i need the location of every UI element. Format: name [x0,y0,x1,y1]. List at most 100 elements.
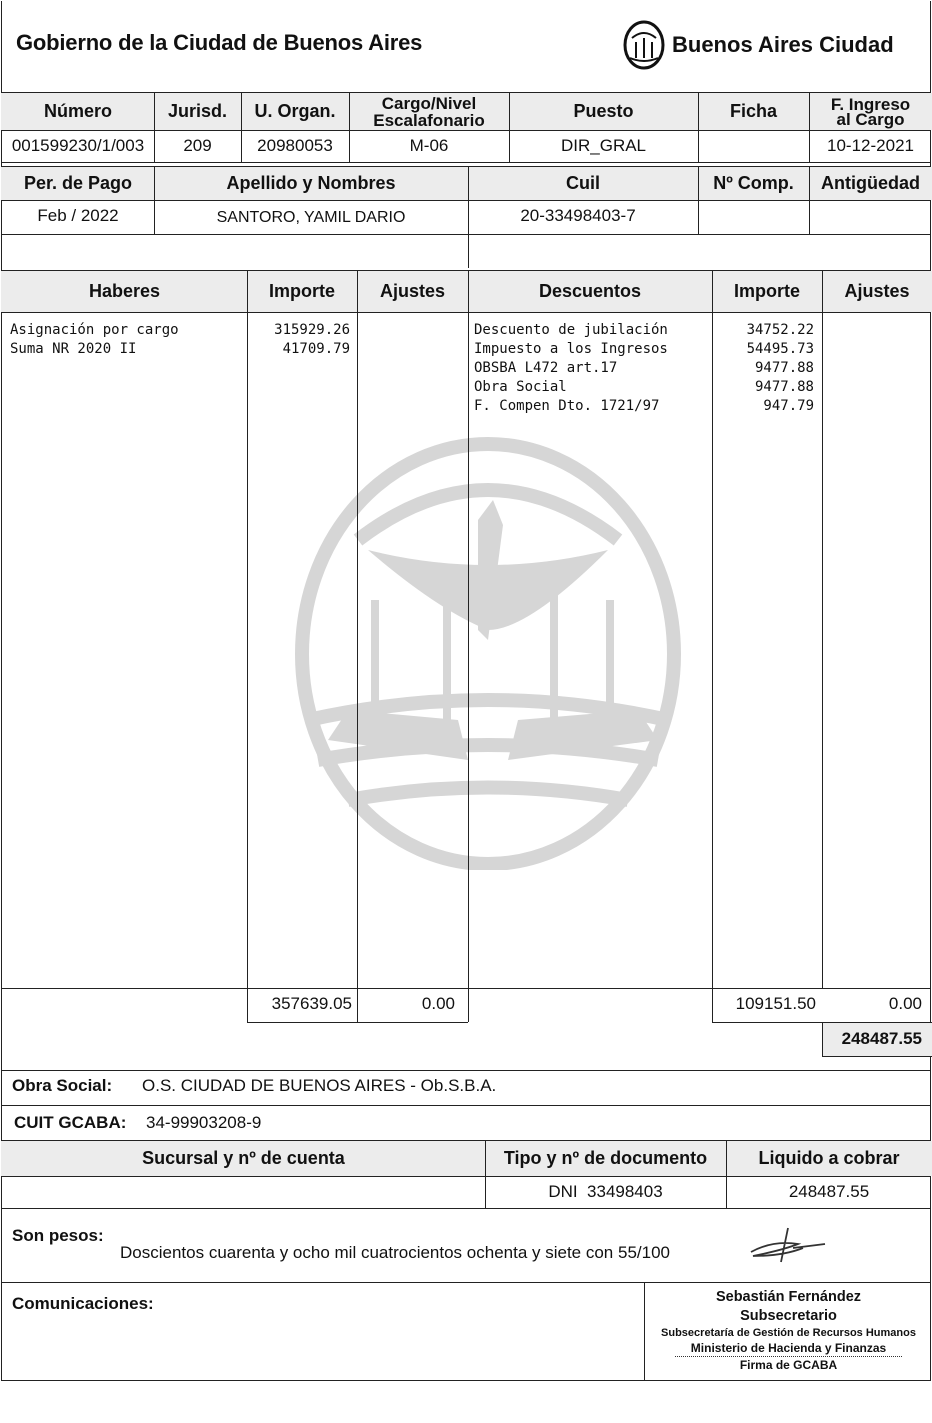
descuento-row-4-importe: 9477.88 [754,379,814,395]
city-logo: Buenos Aires Ciudad [622,20,922,72]
descuento-row-5-concepto: F. Compen Dto. 1721/97 [474,398,660,414]
main-header-bottom [1,312,931,313]
col-jurisd-header: Jurisd. [154,93,241,130]
col-ficha-header: Ficha [698,93,809,130]
numero-value: 001599230/1/003 [11,136,145,155]
tipo-doc-header: Tipo y nº de documento [485,1141,726,1176]
signer-ministry: Ministerio de Hacienda y Finanzas [675,1341,902,1357]
descuento-row-3-concepto: OBSBA L472 art.17 [474,360,618,376]
signer-name: Sebastián Fernández [715,1289,862,1305]
ficha-value [698,130,809,162]
signer-office: Subsecretaría de Gestión de Recursos Hum… [661,1327,916,1339]
haber-row-1-concepto: Asignación por cargo [10,322,179,338]
totals-top [1,988,931,989]
liquido-header: Liquido a cobrar [726,1141,932,1176]
watermark-coat-of-arms [295,437,681,870]
ajustes-left-header: Ajustes [357,271,468,312]
col-puesto-header: Puesto [509,93,698,130]
descuento-row-2-concepto: Impuesto a los Ingresos [474,341,668,357]
row2-div-4 [809,166,810,234]
son-pesos-value: Doscientos cuarenta y ocho mil cuatrocie… [120,1243,670,1262]
haberes-total: 357639.05 [271,994,352,1013]
main-div-1 [247,270,248,1022]
signature-block: Sebastián Fernández Subsecretario Subsec… [645,1288,932,1373]
cuil-value: 20-33498403-7 [520,206,636,225]
col-cargo-header: Cargo/Nivel Escalafonario [349,93,509,130]
row1-div-3 [349,92,350,162]
document-bottom [1,1380,931,1381]
main-div-5 [822,270,823,988]
cuit-label: CUIT GCABA: [14,1113,127,1132]
row1-div-2 [241,92,242,162]
obra-social-top [1,1070,931,1071]
totals-left-bottom [247,1022,468,1023]
col-apellido-header: Apellido y Nombres [154,167,468,200]
col-antiguedad-header: Antigüedad [809,167,932,200]
descuento-row-1-importe: 34752.22 [746,322,814,338]
descuentos-total: 109151.50 [735,994,816,1013]
antiguedad-value [809,200,932,232]
comunicaciones-label: Comunicaciones: [12,1294,154,1313]
descuento-row-3-importe: 9477.88 [754,360,814,376]
jurisd-value: 209 [183,136,212,155]
col-cuil-header: Cuil [468,167,698,200]
apellido-value: SANTORO, YAMIL DARIO [216,209,406,226]
importe-right-header: Importe [712,271,822,312]
bottom-div-2 [726,1140,727,1209]
row2-div-1 [154,166,155,234]
descuento-row-5-importe: 947.79 [763,398,814,414]
bottom-table-bottom [1,1208,931,1209]
liquido-value: 248487.55 [788,1182,870,1201]
row1-div-1 [154,92,155,162]
signer-firma: Firma de GCABA [739,1358,838,1372]
col-ncomp-header: Nº Comp. [698,167,809,200]
puesto-value: DIR_GRAL [560,136,647,155]
bottom-div-1 [485,1140,486,1209]
row2-bottom [1,234,931,235]
haberes-header: Haberes [2,271,247,312]
descuento-row-4-concepto: Obra Social [474,379,567,395]
cargo-value: M-06 [409,136,449,155]
descuentos-ajustes-total: 0.00 [888,994,922,1013]
row1-bottom [1,162,931,163]
row2-div-3 [698,166,699,234]
main-div-2 [357,270,358,1022]
perpago-value: Feb / 2022 [37,206,119,225]
col-numero-header: Número [2,93,154,130]
obra-social-label: Obra Social: [12,1076,113,1095]
son-pesos-label: Son pesos: [12,1226,104,1245]
fingreso-value: 10-12-2021 [827,136,914,155]
row1-div-6 [809,92,810,162]
signer-role: Subsecretario [740,1308,837,1324]
haber-row-1-importe: 315929.26 [274,322,350,338]
logo-text: Buenos Aires Ciudad [672,32,894,57]
obra-social-bottom [1,1105,931,1106]
haber-row-2-concepto: Suma NR 2020 II [10,341,137,357]
descuentos-header: Descuentos [468,271,712,312]
col-fingreso-header: F. Ingreso al Cargo [809,93,932,130]
city-coat-of-arms-icon [623,20,665,70]
ajustes-right-header: Ajustes [822,271,932,312]
tipo-doc-value: DNI 33498403 [548,1182,663,1201]
page-title: Gobierno de la Ciudad de Buenos Aires [16,30,423,55]
uorgan-value: 20980053 [257,136,333,155]
ncomp-value [698,200,809,232]
sucursal-value [2,1176,485,1208]
sucursal-header: Sucursal y nº de cuenta [2,1141,485,1176]
signature-scribble [750,1227,826,1263]
row2-div-2 [468,166,469,268]
row1-div-4 [509,92,510,162]
haber-row-2-importe: 41709.79 [282,341,350,357]
haberes-ajustes-total: 0.00 [421,994,455,1013]
main-div-4 [712,270,713,1022]
col-uorgan-header: U. Organ. [241,93,349,130]
obra-social-value: O.S. CIUDAD DE BUENOS AIRES - Ob.S.B.A. [142,1076,497,1095]
row1-div-5 [698,92,699,162]
importe-left-header: Importe [247,271,357,312]
cuit-value: 34-99903208-9 [146,1113,262,1132]
neto-value: 248487.55 [841,1029,922,1048]
col-perpago-header: Per. de Pago [2,167,154,200]
descuento-row-1-concepto: Descuento de jubilación [474,322,668,338]
descuento-row-2-importe: 54495.73 [746,341,814,357]
main-div-3 [468,270,469,1022]
